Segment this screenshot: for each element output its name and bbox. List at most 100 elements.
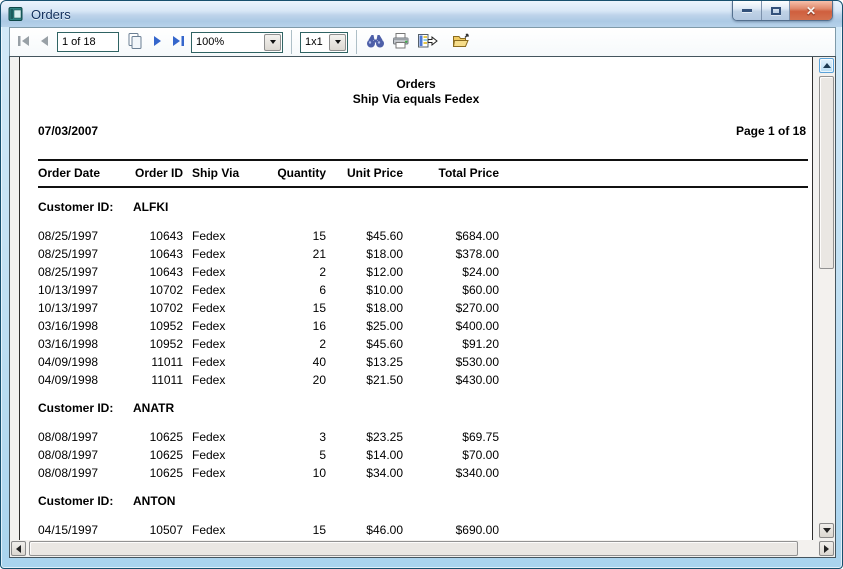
table-cell: 15: [271, 299, 326, 317]
open-report-button[interactable]: [448, 30, 474, 54]
table-cell: $24.00: [403, 263, 499, 281]
table-cell: 10625: [133, 428, 183, 446]
table-row: 08/25/199710643Fedex15$45.60$684.00: [20, 227, 812, 245]
table-cell: 04/09/1998: [38, 353, 133, 371]
column-header: Order Date: [38, 165, 133, 181]
close-icon: ✕: [806, 5, 816, 17]
table-cell: 11011: [133, 353, 183, 371]
table-row: 10/13/199710702Fedex6$10.00$60.00: [20, 281, 812, 299]
next-page-icon: [153, 35, 163, 50]
toolbar-separator: [356, 30, 357, 54]
table-cell: 20: [271, 371, 326, 389]
table-cell: 10507: [133, 521, 183, 539]
table-cell: $10.00: [326, 281, 403, 299]
report-date: 07/03/2007: [38, 124, 98, 139]
goto-page-button[interactable]: [122, 30, 148, 54]
print-button[interactable]: [388, 30, 414, 54]
table-cell: $12.00: [326, 263, 403, 281]
table-cell: 10643: [133, 245, 183, 263]
export-button[interactable]: [414, 30, 440, 54]
table-cell: $684.00: [403, 227, 499, 245]
table-row: 04/09/199811011Fedex40$13.25$530.00: [20, 353, 812, 371]
export-icon: [417, 33, 438, 52]
header-rule-top: [38, 159, 808, 161]
page-layout-value: 1x1: [301, 36, 328, 48]
scroll-right-button[interactable]: [819, 541, 834, 556]
stacked-pages-icon: [126, 32, 144, 53]
vertical-scrollbar-thumb[interactable]: [819, 76, 834, 269]
table-cell: $34.00: [326, 464, 403, 482]
vertical-scrollbar[interactable]: [818, 57, 835, 539]
arrow-up-icon: [823, 63, 831, 68]
table-cell: 08/08/1997: [38, 464, 133, 482]
minimize-button[interactable]: [733, 1, 761, 20]
customer-id-value: ANATR: [133, 401, 174, 415]
table-cell: $340.00: [403, 464, 499, 482]
page-layout-dropdown-button[interactable]: [329, 34, 346, 51]
column-header: Order ID: [133, 165, 183, 181]
table-cell: $430.00: [403, 371, 499, 389]
scroll-left-button[interactable]: [11, 541, 26, 556]
table-cell: $70.00: [403, 446, 499, 464]
table-cell: 21: [271, 245, 326, 263]
table-cell: 08/25/1997: [38, 263, 133, 281]
last-page-button[interactable]: [168, 31, 188, 53]
table-cell: $46.00: [326, 521, 403, 539]
table-cell: $530.00: [403, 353, 499, 371]
binoculars-icon: [366, 33, 385, 52]
maximize-button[interactable]: [761, 1, 789, 20]
table-cell: Fedex: [183, 353, 271, 371]
customer-group-label: Customer ID:: [38, 401, 133, 415]
table-cell: Fedex: [183, 245, 271, 263]
report-subtitle: Ship Via equals Fedex: [20, 92, 812, 107]
printer-icon: [392, 32, 410, 52]
zoom-dropdown[interactable]: 100%: [191, 32, 283, 53]
table-cell: 03/16/1998: [38, 317, 133, 335]
customer-group-header: Customer ID:ANATR: [20, 401, 812, 415]
first-page-button[interactable]: [14, 31, 34, 53]
table-cell: $400.00: [403, 317, 499, 335]
minimize-icon: [742, 9, 752, 12]
maximize-icon: [771, 7, 781, 15]
customer-group-label: Customer ID:: [38, 494, 133, 508]
zoom-value: 100%: [192, 36, 263, 48]
first-page-icon: [17, 35, 31, 50]
scroll-up-button[interactable]: [819, 58, 834, 73]
table-cell: $25.00: [326, 317, 403, 335]
table-cell: Fedex: [183, 299, 271, 317]
table-cell: 10/13/1997: [38, 299, 133, 317]
find-button[interactable]: [362, 30, 388, 54]
page-number-input[interactable]: [57, 32, 119, 52]
horizontal-scrollbar-thumb[interactable]: [29, 541, 798, 556]
customer-group-label: Customer ID:: [38, 200, 133, 214]
table-cell: 11011: [133, 371, 183, 389]
table-row: 08/08/199710625Fedex5$14.00$70.00: [20, 446, 812, 464]
zoom-dropdown-button[interactable]: [264, 34, 281, 51]
table-cell: 08/08/1997: [38, 428, 133, 446]
table-cell: 08/25/1997: [38, 245, 133, 263]
table-cell: 2: [271, 335, 326, 353]
close-button[interactable]: ✕: [789, 1, 832, 20]
table-cell: $378.00: [403, 245, 499, 263]
table-cell: $270.00: [403, 299, 499, 317]
next-page-button[interactable]: [148, 31, 168, 53]
page-layout-dropdown[interactable]: 1x1: [300, 32, 348, 53]
table-cell: Fedex: [183, 428, 271, 446]
previous-page-icon: [39, 35, 49, 50]
table-cell: 03/16/1998: [38, 335, 133, 353]
table-row: 03/16/199810952Fedex2$45.60$91.20: [20, 335, 812, 353]
table-cell: Fedex: [183, 446, 271, 464]
table-cell: 10625: [133, 446, 183, 464]
column-header: Ship Via: [183, 165, 271, 181]
table-cell: $18.00: [326, 299, 403, 317]
scroll-down-button[interactable]: [819, 523, 834, 538]
table-row: 08/25/199710643Fedex21$18.00$378.00: [20, 245, 812, 263]
last-page-icon: [171, 35, 185, 50]
table-cell: $690.00: [403, 521, 499, 539]
report-title: Orders: [20, 77, 812, 92]
table-cell: Fedex: [183, 317, 271, 335]
table-cell: 3: [271, 428, 326, 446]
previous-page-button[interactable]: [34, 31, 54, 53]
table-row: 04/09/199811011Fedex20$21.50$430.00: [20, 371, 812, 389]
horizontal-scrollbar[interactable]: [10, 540, 835, 557]
